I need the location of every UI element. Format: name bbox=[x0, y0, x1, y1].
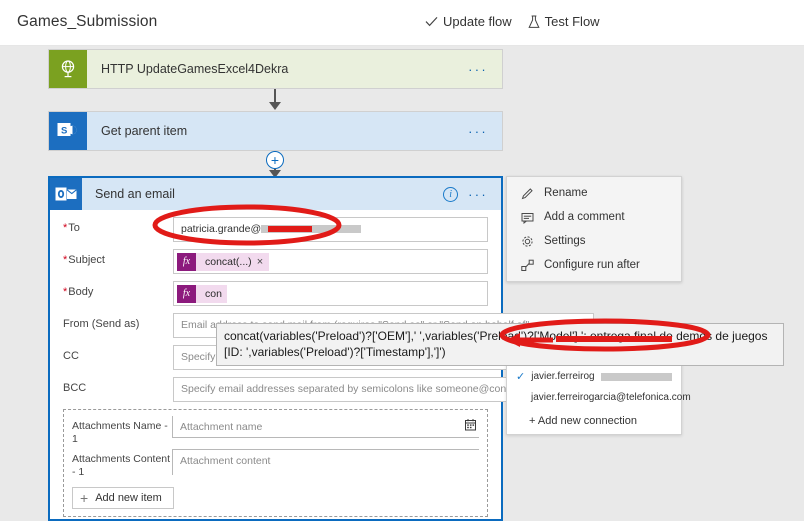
flow-step-http-menu[interactable]: ··· bbox=[454, 63, 502, 76]
context-menu-item-configure-run-after[interactable]: Configure run after bbox=[507, 253, 681, 277]
required-asterisk: * bbox=[63, 286, 68, 298]
cc-label: CC bbox=[63, 350, 79, 362]
test-flow-label: Test Flow bbox=[544, 14, 600, 29]
context-menu-item-rename[interactable]: Rename bbox=[507, 181, 681, 205]
context-menu-label: Add a comment bbox=[544, 211, 625, 223]
expression-tooltip: concat(variables('Preload')?['OEM'],' ',… bbox=[216, 323, 784, 367]
add-new-connection-button[interactable]: + Add new connection bbox=[507, 408, 681, 427]
check-icon bbox=[425, 16, 438, 27]
add-new-item-label: Add new item bbox=[95, 492, 162, 505]
connection-label: javier.ferreirogarcia@telefonica.com bbox=[531, 392, 691, 403]
body-expression-token[interactable]: fx con bbox=[177, 284, 227, 303]
subject-label: *Subject bbox=[63, 254, 105, 266]
comment-icon bbox=[520, 210, 534, 224]
check-icon: ✓ bbox=[516, 371, 526, 383]
send-email-title: Send an email bbox=[95, 187, 175, 201]
flow-step-get-parent-item-label: Get parent item bbox=[101, 124, 188, 138]
redaction-bar bbox=[261, 225, 362, 234]
field-row-to: *To patricia.grande@ bbox=[63, 217, 488, 242]
step-context-menu: Rename Add a comment Settings Configure … bbox=[506, 176, 682, 282]
fx-icon: fx bbox=[177, 252, 196, 271]
info-icon[interactable]: i bbox=[443, 186, 459, 202]
run-after-icon bbox=[520, 258, 534, 272]
globe-icon bbox=[49, 50, 87, 88]
connector-arrow-1 bbox=[269, 102, 281, 110]
flow-step-http-label: HTTP UpdateGamesExcel4Dekra bbox=[101, 62, 289, 76]
from-label: From (Send as) bbox=[63, 318, 140, 330]
context-menu-label: Settings bbox=[544, 235, 586, 247]
to-label: *To bbox=[63, 222, 80, 234]
subject-token-label: concat(...) bbox=[205, 255, 252, 268]
plus-icon: + bbox=[80, 490, 89, 507]
attachments-group: Attachments Name - 1 Attachment name Att… bbox=[63, 409, 488, 518]
connection-item-selected[interactable]: ✓ javier.ferreirog bbox=[507, 366, 681, 387]
body-label: *Body bbox=[63, 286, 94, 298]
gear-icon bbox=[520, 234, 534, 248]
context-menu-label: Rename bbox=[544, 187, 588, 199]
body-token-label: con bbox=[205, 287, 222, 300]
attachment-content-row: Attachments Content - 1 Attachment conte… bbox=[72, 449, 479, 478]
test-flow-button[interactable]: Test Flow bbox=[528, 14, 600, 29]
attachment-name-input[interactable]: Attachment name bbox=[172, 416, 479, 438]
pencil-icon bbox=[520, 186, 534, 200]
context-menu-item-settings[interactable]: Settings bbox=[507, 229, 681, 253]
send-email-header[interactable]: Send an email i ··· bbox=[50, 178, 501, 210]
flow-step-get-parent-item[interactable]: S Get parent item ··· bbox=[48, 111, 503, 151]
calendar-picker-icon[interactable] bbox=[464, 418, 477, 436]
bcc-label: BCC bbox=[63, 382, 87, 394]
send-email-menu-button[interactable]: ··· bbox=[468, 188, 488, 201]
power-automate-flow-designer: Games_Submission Update flow Test Flow H… bbox=[0, 0, 804, 521]
to-input[interactable]: patricia.grande@ bbox=[173, 217, 488, 242]
required-asterisk: * bbox=[63, 222, 68, 234]
connection-item[interactable]: javier.ferreirogarcia@telefonica.com bbox=[507, 387, 691, 408]
top-bar: Games_Submission Update flow Test Flow bbox=[0, 0, 804, 46]
remove-token-icon[interactable]: × bbox=[257, 256, 269, 268]
attachment-content-input[interactable]: Attachment content bbox=[172, 449, 479, 476]
flow-step-get-parent-item-menu[interactable]: ··· bbox=[454, 125, 502, 138]
connection-label: javier.ferreirog bbox=[531, 371, 595, 382]
attachment-name-label: Attachments Name - 1 bbox=[72, 420, 168, 445]
sharepoint-icon: S bbox=[49, 112, 87, 150]
flask-icon bbox=[528, 15, 540, 29]
svg-text:S: S bbox=[61, 125, 67, 136]
body-input[interactable]: fx con bbox=[173, 281, 488, 306]
field-row-bcc: BCC Specify email addresses separated by… bbox=[63, 377, 557, 402]
add-new-item-button[interactable]: + Add new item bbox=[72, 487, 174, 510]
required-asterisk: * bbox=[63, 254, 68, 266]
context-menu-item-add-a-comment[interactable]: Add a comment bbox=[507, 205, 681, 229]
top-bar-actions: Update flow Test Flow bbox=[425, 14, 600, 29]
field-row-body: *Body fx con bbox=[63, 281, 488, 306]
flow-step-http[interactable]: HTTP UpdateGamesExcel4Dekra ··· bbox=[48, 49, 503, 89]
flow-canvas: HTTP UpdateGamesExcel4Dekra ··· S Get pa… bbox=[0, 46, 804, 521]
update-flow-label: Update flow bbox=[443, 14, 512, 29]
outlook-icon bbox=[50, 178, 82, 210]
field-row-subject: *Subject fx concat(...) × bbox=[63, 249, 488, 274]
attachment-content-label: Attachments Content - 1 bbox=[72, 453, 171, 478]
send-email-header-actions: i ··· bbox=[443, 186, 501, 202]
page-title: Games_Submission bbox=[17, 13, 158, 30]
redaction-bar bbox=[600, 372, 672, 381]
update-flow-button[interactable]: Update flow bbox=[425, 14, 512, 29]
context-menu-label: Configure run after bbox=[544, 259, 640, 271]
attachment-name-row: Attachments Name - 1 Attachment name bbox=[72, 416, 479, 445]
bcc-input[interactable]: Specify email addresses separated by sem… bbox=[173, 377, 557, 402]
subject-input[interactable]: fx concat(...) × bbox=[173, 249, 488, 274]
fx-icon: fx bbox=[177, 284, 196, 303]
add-step-button[interactable]: + bbox=[266, 151, 284, 169]
subject-expression-token[interactable]: fx concat(...) × bbox=[177, 252, 270, 271]
